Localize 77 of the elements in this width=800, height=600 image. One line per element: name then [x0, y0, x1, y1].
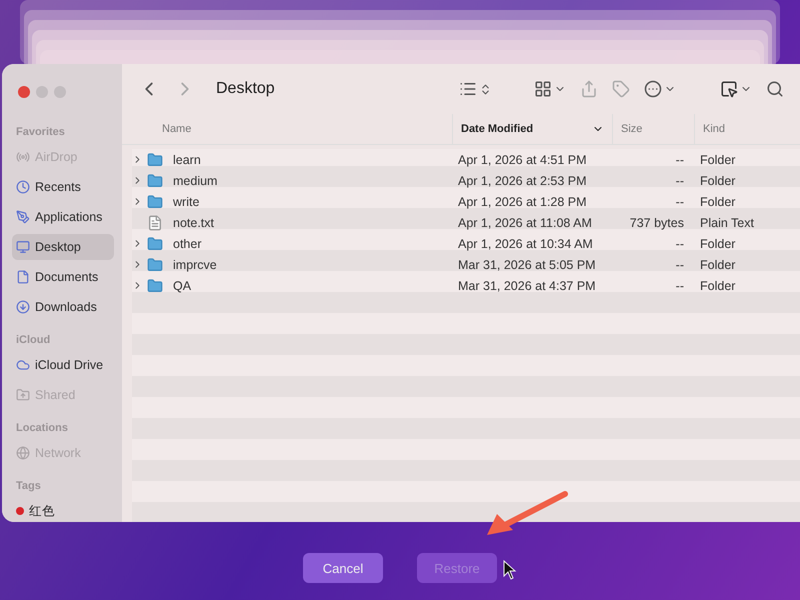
search-icon: [766, 80, 784, 98]
cancel-button[interactable]: Cancel: [303, 553, 383, 583]
kind-cell-text: Folder: [699, 152, 736, 166]
file-row[interactable]: write Apr 1, 2026 at 1:28 PM -- Folder: [132, 191, 800, 212]
monitor-icon: [16, 240, 30, 254]
column-header-button[interactable]: Size: [612, 114, 694, 144]
clock-icon: [16, 180, 30, 194]
size-cell-text: --: [674, 194, 685, 208]
window-title: Desktop: [216, 80, 276, 98]
date-cell-text: Apr 1, 2026 at 4:51 PM: [457, 152, 588, 166]
kind-cell-text: Plain Text: [699, 216, 755, 230]
sidebar-heading: iCloud: [16, 334, 52, 346]
date-cell-text: Mar 31, 2026 at 4:37 PM: [457, 278, 597, 292]
grid-icon: [534, 80, 552, 98]
size-cell-text: --: [674, 258, 685, 272]
date-cell-text: Apr 1, 2026 at 2:53 PM: [457, 174, 588, 188]
folder-icon: [147, 172, 163, 188]
file-row[interactable]: learn Apr 1, 2026 at 4:51 PM -- Folder: [132, 149, 800, 170]
sidebar-item[interactable]: Desktop: [12, 234, 114, 260]
document-icon: [16, 270, 30, 284]
kind-cell-text: Folder: [699, 258, 736, 272]
mouse-cursor-icon: [504, 560, 516, 580]
file-name: medium: [172, 174, 218, 188]
download-icon: [16, 300, 30, 314]
file-row[interactable]: medium Apr 1, 2026 at 2:53 PM -- Folder: [132, 170, 800, 191]
column-header-button[interactable]: Name: [122, 114, 452, 144]
sidebar-item[interactable]: Applications: [12, 204, 114, 230]
sidebar-item[interactable]: Documents: [12, 264, 114, 290]
folder-icon: [147, 152, 163, 168]
shared-folder-icon: [16, 388, 30, 402]
pen-icon: [16, 210, 30, 224]
sidebar-item[interactable]: Downloads: [12, 294, 114, 320]
pointer-icon: [720, 80, 738, 98]
folder-icon: [147, 194, 163, 210]
file-row[interactable]: other Apr 1, 2026 at 10:34 AM -- Folder: [132, 233, 800, 254]
text-file-icon: [147, 214, 163, 230]
size-cell-text: --: [674, 278, 685, 292]
file-name: learn: [172, 152, 201, 166]
size-cell-text: --: [674, 236, 685, 250]
column-header-button[interactable]: Kind: [694, 114, 800, 144]
kind-cell-text: Folder: [699, 278, 736, 292]
close-button[interactable]: [18, 86, 30, 98]
list-icon: [459, 80, 477, 98]
file-row[interactable]: imprcve Mar 31, 2026 at 5:05 PM -- Folder: [132, 254, 800, 275]
file-name: QA: [172, 278, 192, 292]
folder-icon: [147, 236, 163, 252]
share-icon: [580, 80, 598, 98]
airdrop-icon: [16, 150, 30, 164]
sidebar-heading: Locations: [16, 422, 69, 434]
cloud-icon: [16, 358, 30, 372]
size-cell-text: 737 bytes: [628, 216, 685, 230]
file-name: write: [172, 194, 200, 208]
sidebar-item[interactable]: Recents: [12, 174, 114, 200]
sidebar-item[interactable]: iCloud Drive: [12, 352, 114, 378]
sidebar-heading: Tags: [16, 480, 42, 492]
file-row[interactable]: QA Mar 31, 2026 at 4:37 PM -- Folder: [132, 275, 800, 296]
tag-icon: [612, 80, 630, 98]
globe-icon: [16, 446, 30, 460]
folder-icon: [147, 278, 163, 294]
size-cell-text: --: [674, 152, 685, 166]
kind-cell-text: Folder: [699, 174, 736, 188]
column-header-button[interactable]: Date Modified: [452, 114, 612, 144]
ellipsis-icon: [644, 80, 662, 98]
kind-cell-text: Folder: [699, 236, 736, 250]
file-name: note.txt: [172, 216, 214, 230]
sidebar-item[interactable]: 红色: [12, 498, 114, 522]
file-row[interactable]: note.txt Apr 1, 2026 at 11:08 AM 737 bytes Plain Text: [132, 212, 800, 233]
date-cell-text: Apr 1, 2026 at 10:34 AM: [457, 236, 594, 250]
size-cell-text: --: [674, 174, 685, 188]
folder-icon: [147, 256, 163, 272]
date-cell-text: Apr 1, 2026 at 1:28 PM: [457, 194, 588, 208]
kind-cell-text: Folder: [699, 194, 736, 208]
file-name: imprcve: [172, 258, 217, 272]
file-name: other: [172, 236, 202, 250]
sidebar-heading: Favorites: [16, 126, 66, 138]
date-cell-text: Mar 31, 2026 at 5:05 PM: [457, 258, 597, 272]
date-cell-text: Apr 1, 2026 at 11:08 AM: [457, 216, 593, 230]
